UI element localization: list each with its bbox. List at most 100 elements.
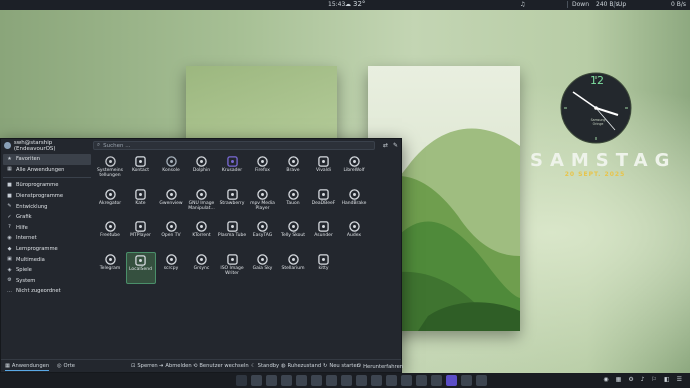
app-tauon[interactable]: Tauon — [278, 187, 308, 219]
app-grsync[interactable]: Grsync — [187, 252, 217, 284]
app-iso-image-writer[interactable]: ISO Image Writer — [217, 252, 247, 284]
app-asunder[interactable]: Asunder — [309, 219, 339, 251]
sidebar-item-b-roprogramme[interactable]: ■ Büroprogramme — [3, 180, 91, 191]
app-strawberry[interactable]: Strawberry — [217, 187, 247, 219]
app-label: Telly Skout — [280, 233, 306, 238]
app-telegram[interactable]: Telegram — [95, 252, 125, 284]
standby-button[interactable]: ☾ Standby — [251, 363, 279, 369]
tray-icon[interactable]: ◧ — [664, 376, 670, 383]
tray-icon[interactable]: ⚐ — [652, 376, 657, 383]
handbrake-task-icon[interactable] — [356, 375, 367, 386]
tray-icon[interactable]: ♪ — [641, 376, 645, 383]
app-gaia-sky[interactable]: Gaia Sky — [248, 252, 278, 284]
tab-applications[interactable]: ▦ Anwendungen — [5, 363, 50, 371]
lock-button[interactable]: ⊡ Sperren — [131, 363, 158, 369]
librewolf-task-icon[interactable] — [326, 375, 337, 386]
sidebar-item-multimedia[interactable]: ▣ Multimedia — [3, 254, 91, 265]
app-brave[interactable]: Brave — [278, 154, 308, 186]
firefox-task-icon[interactable] — [266, 375, 277, 386]
app-open-tv[interactable]: Open TV — [156, 219, 186, 251]
pin-icon[interactable]: ✎ — [391, 141, 400, 150]
telegram-task-icon[interactable] — [416, 375, 427, 386]
ktorrent-task-icon[interactable] — [431, 375, 442, 386]
sidebar-item-spiele[interactable]: ◈ Spiele — [3, 265, 91, 276]
sidebar-item-system[interactable]: ⚙ System — [3, 276, 91, 287]
app-handbrake[interactable]: HandBrake — [339, 187, 369, 219]
app-krusader[interactable]: Krusader — [217, 154, 247, 186]
mpv-task-icon[interactable] — [461, 375, 472, 386]
search-input[interactable]: ⌕ Suchen ... — [93, 141, 375, 150]
gimp-task-icon[interactable] — [386, 375, 397, 386]
app-dolphin[interactable]: Dolphin — [187, 154, 217, 186]
app-kate[interactable]: Kate — [126, 187, 156, 219]
tab-places[interactable]: ◎ Orte — [57, 363, 75, 369]
hibernate-button-label: Ruhezustand — [287, 363, 322, 369]
dolphin-task-icon[interactable] — [251, 375, 262, 386]
weather-temperature[interactable]: 32° — [353, 0, 365, 8]
app-label: DeaDBeeF — [311, 200, 336, 206]
system-monitor-task-icon[interactable] — [476, 375, 487, 386]
sidebar-item-alle-anwendungen[interactable]: ▦ Alle Anwendungen — [3, 165, 91, 176]
sidebar-item-dienstprogramme[interactable]: ■ Dienstprogramme — [3, 191, 91, 202]
switch-user-button[interactable]: ⟲ Benutzer wechseln — [193, 363, 249, 369]
app-gnu-image-manipulat-[interactable]: GNU Image Manipulat... — [187, 187, 217, 219]
app-label: GNU Image Manipulat... — [188, 200, 215, 211]
logout-button[interactable]: ⇥ Abmelden — [159, 363, 192, 369]
app-mtplayer[interactable]: MTPlayer — [126, 219, 156, 251]
app-librewolf[interactable]: LibreWolf — [339, 154, 369, 186]
app-label: KTorrent — [192, 233, 211, 238]
app-gwenview[interactable]: Gwenview — [156, 187, 186, 219]
sidebar-item-hilfe[interactable]: ? Hilfe — [3, 223, 91, 234]
app-easytag[interactable]: EasyTAG — [248, 219, 278, 251]
app-audex[interactable]: Audex — [339, 219, 369, 251]
app-systemeins-tellungen[interactable]: Systemeins tellungen — [95, 154, 125, 186]
search-placeholder: Suchen ... — [103, 142, 131, 149]
shutdown-button[interactable]: ⏻ Herunterfahren — [357, 363, 403, 370]
app-plasma-tube[interactable]: Plasma Tube — [217, 219, 247, 251]
tray-icon[interactable]: ⚙ — [628, 376, 633, 383]
sidebar-item-lernprogramme[interactable]: ◆ Lernprogramme — [3, 244, 91, 255]
vivaldi-task-icon[interactable] — [311, 375, 322, 386]
app-scrcpy[interactable]: scrcpy — [156, 252, 186, 284]
hibernate-icon: ◍ — [281, 363, 286, 369]
app-label: mpv Media Player — [250, 200, 275, 211]
top-clock[interactable]: 15:43 — [328, 1, 345, 8]
app-telly-skout[interactable]: Telly Skout — [278, 219, 308, 251]
app-stellarium[interactable]: Stellarium — [278, 252, 308, 284]
tray-icon[interactable]: ◉ — [603, 376, 608, 383]
configure-icon[interactable]: ⇄ — [381, 141, 390, 150]
divider — [567, 1, 568, 8]
app-label: Gwenview — [159, 200, 183, 206]
tag-icon — [257, 221, 268, 232]
restart-button[interactable]: ↻ Neu starten — [323, 363, 360, 369]
sidebar-item-favoriten[interactable]: ★ Favoriten — [3, 154, 91, 165]
app-kitty[interactable]: kitty — [309, 252, 339, 284]
app-kontact[interactable]: Kontact — [126, 154, 156, 186]
app-localsend[interactable]: LocalSend — [125, 251, 156, 284]
app-deadbeef[interactable]: DeaDBeeF — [309, 187, 339, 219]
app-mpv-media-player[interactable]: mpv Media Player — [248, 187, 278, 219]
tray-icon[interactable]: ▦ — [616, 376, 622, 383]
sidebar-item-nicht-zugeordnet[interactable]: … Nicht zugeordnet — [3, 286, 91, 297]
user-header[interactable]: swh@starship (EndeavourOS) — [1, 139, 94, 152]
konsole-task-icon[interactable] — [281, 375, 292, 386]
settings-task-icon[interactable] — [401, 375, 412, 386]
app-vivaldi[interactable]: Vivaldi — [309, 154, 339, 186]
brave-task-icon[interactable] — [296, 375, 307, 386]
app-freetube[interactable]: Freetube — [95, 219, 125, 251]
tray-icon[interactable]: ☰ — [677, 376, 682, 383]
sidebar-item-grafik[interactable]: ✓ Grafik — [3, 212, 91, 223]
app-akregator[interactable]: Akregator — [95, 187, 125, 219]
krusader-task-icon[interactable] — [446, 375, 457, 386]
app-konsole[interactable]: Konsole — [156, 154, 186, 186]
kate-task-icon[interactable] — [341, 375, 352, 386]
app-firefox[interactable]: Firefox — [248, 154, 278, 186]
sidebar-item-internet[interactable]: ◉ Internet — [3, 233, 91, 244]
hibernate-button[interactable]: ◍ Ruhezustand — [281, 363, 321, 369]
sidebar-item-entwicklung[interactable]: ✎ Entwicklung — [3, 201, 91, 212]
app-ktorrent[interactable]: KTorrent — [187, 219, 217, 251]
music-note-icon[interactable]: ♫ — [520, 1, 525, 8]
strawberry-task-icon[interactable] — [371, 375, 382, 386]
avatar[interactable] — [4, 142, 11, 149]
apps-launcher-icon[interactable] — [236, 375, 247, 386]
